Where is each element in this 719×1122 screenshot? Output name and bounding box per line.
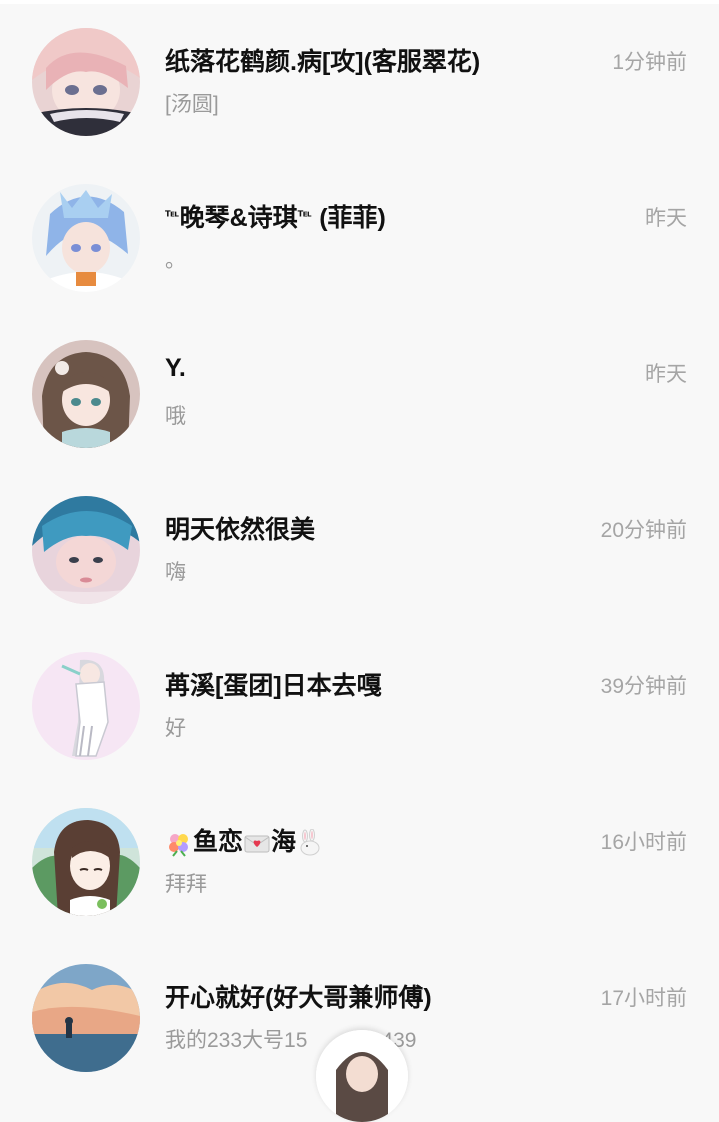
chat-last-message: 拜拜	[165, 873, 207, 896]
rabbit-icon	[300, 829, 320, 856]
anime-girl-green-avatar-icon	[32, 808, 140, 916]
avatar	[32, 808, 140, 916]
chat-list: 纸落花鹤颜.病[攻](客服翠花) [汤圆] 1分钟前 ℡晚琴&诗琪℡ (菲菲) …	[0, 4, 719, 1096]
chat-last-message: 嗨	[165, 561, 186, 584]
avatar	[32, 184, 140, 292]
chat-last-message: [汤圆]	[165, 93, 219, 116]
anime-brown-hair-avatar-icon	[32, 340, 140, 448]
avatar	[32, 28, 140, 136]
flower-icon	[169, 834, 188, 858]
chat-message-text: 我的233大号15	[165, 1029, 308, 1052]
avatar	[32, 964, 140, 1072]
blue-hair-boy-avatar-icon	[32, 496, 140, 604]
chat-name: 纸落花鹤颜.病[攻](客服翠花)	[165, 48, 481, 76]
chat-timestamp: 昨天	[645, 207, 687, 230]
chat-name: 鱼恋 海	[165, 822, 324, 858]
floating-avatar[interactable]	[316, 1030, 408, 1122]
chat-list-item[interactable]: 纸落花鹤颜.病[攻](客服翠花) [汤圆] 1分钟前	[0, 4, 719, 160]
tel-symbol: ℡	[297, 207, 313, 220]
chat-timestamp: 20分钟前	[600, 519, 687, 542]
floating-avatar-icon	[316, 1030, 408, 1122]
chat-name: 明天依然很美	[165, 516, 316, 544]
chat-list-item[interactable]: 苒溪[蛋团]日本去嘎 好 39分钟前	[0, 628, 719, 784]
chat-name: ℡晚琴&诗琪℡ (菲菲)	[165, 198, 386, 234]
chat-timestamp: 16小时前	[600, 831, 687, 854]
anime-blue-hair-avatar-icon	[32, 184, 140, 292]
chat-name-text: 海	[271, 828, 297, 856]
chat-timestamp: 昨天	[645, 363, 687, 386]
avatar	[32, 496, 140, 604]
chat-last-message: 哦	[165, 405, 186, 428]
chat-name-text: 鱼恋	[193, 828, 244, 856]
chat-list-item[interactable]: 鱼恋 海 拜拜 16小时前	[0, 784, 719, 940]
chat-name-suffix: (菲菲)	[312, 204, 386, 232]
love-letter-icon	[244, 835, 270, 853]
chat-timestamp: 1分钟前	[612, 51, 687, 74]
chat-last-message: 好	[165, 717, 186, 740]
chat-timestamp: 17小时前	[600, 987, 687, 1010]
anime-white-dress-avatar-icon	[32, 652, 140, 760]
tel-symbol: ℡	[165, 207, 180, 220]
anime-pink-hair-avatar-icon	[32, 28, 140, 136]
chat-name: Y.	[165, 354, 186, 382]
chat-name: 开心就好(好大哥兼师傅)	[165, 984, 432, 1012]
chat-last-message: 。	[165, 249, 186, 272]
chat-timestamp: 39分钟前	[600, 675, 687, 698]
chat-list-item[interactable]: ℡晚琴&诗琪℡ (菲菲) 。 昨天	[0, 160, 719, 316]
chat-list-item[interactable]: 明天依然很美 嗨 20分钟前	[0, 472, 719, 628]
sunset-scene-avatar-icon	[32, 964, 140, 1072]
avatar	[32, 652, 140, 760]
chat-name: 苒溪[蛋团]日本去嘎	[165, 672, 382, 700]
chat-name-main: 晚琴&诗琪	[179, 204, 298, 232]
chat-list-item[interactable]: Y. 哦 昨天	[0, 316, 719, 472]
avatar	[32, 340, 140, 448]
